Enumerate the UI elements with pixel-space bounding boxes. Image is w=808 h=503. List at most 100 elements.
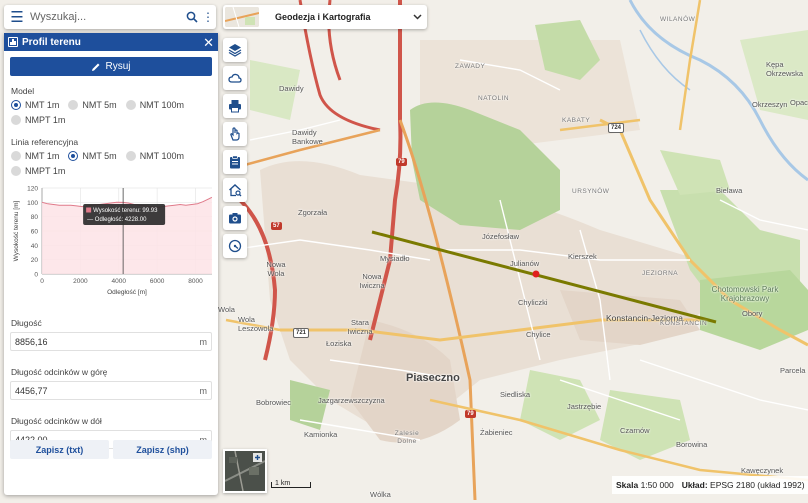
radio-label: NMT 5m <box>82 151 117 161</box>
map-label: Zgorzała <box>298 208 328 217</box>
map-label: Jazgarzewszczyzna <box>318 396 385 405</box>
y-tick-label: 0 <box>34 272 38 279</box>
map-label: Łoziska <box>326 339 352 348</box>
search-input[interactable] <box>30 11 184 23</box>
pencil-icon <box>92 63 100 71</box>
layer-selector[interactable]: Geodezja i Kartografia <box>223 5 427 29</box>
map-label: Wólka <box>370 490 391 499</box>
map-label: Obory <box>742 309 763 318</box>
map-label: Julianów <box>510 259 540 268</box>
crs-readout[interactable]: Układ: EPSG 2180 (układ 1992) <box>682 480 805 490</box>
tooltip-sub: — Odległość: 4228.00 <box>87 217 147 223</box>
radio-unselected <box>11 151 21 161</box>
reference-option[interactable]: NMT 5m <box>68 151 117 161</box>
radio-label: NMT 100m <box>139 100 185 110</box>
length-value: 8856,16 <box>15 336 48 347</box>
model-option[interactable]: NMT 100m <box>125 100 185 110</box>
model-option[interactable]: NMT 1m <box>11 100 59 110</box>
map-label: Żabieniec <box>480 428 513 437</box>
chevron-down-icon[interactable] <box>407 12 427 23</box>
more-vertical-icon[interactable]: ⋮ <box>200 10 216 24</box>
home-button[interactable] <box>223 178 247 202</box>
map-label: Borowina <box>676 440 708 449</box>
map-label: Jastrzębie <box>567 402 602 411</box>
crs-value: EPSG 2180 (układ 1992) <box>710 480 805 490</box>
reference-option[interactable]: NMT 100m <box>125 151 185 161</box>
reference-radio-group: NMT 1m NMT 5m NMT 100m NMPT 1m <box>11 151 218 176</box>
model-option[interactable]: NMPT 1m <box>11 115 65 125</box>
search-bar: ☰ ⋮ <box>4 5 216 29</box>
map-label: Kierszek <box>568 252 597 261</box>
down-length-label: Długość odcinków w dół <box>11 416 102 426</box>
layers-icon <box>228 44 242 57</box>
basemap-switcher-thumbnail[interactable] <box>223 449 267 493</box>
y-tick-label: 100 <box>27 200 38 207</box>
radio-label: NMT 100m <box>139 151 185 161</box>
screenshot-button[interactable] <box>223 206 247 230</box>
model-radio-group: NMT 1m NMT 5m NMT 100m NMPT 1m <box>11 100 218 125</box>
basemap-thumbnail <box>225 7 259 27</box>
y-tick-label: 60 <box>31 229 39 236</box>
map-label: Bobrowiec <box>256 398 292 407</box>
map-label: Parcela <box>780 366 806 375</box>
map-label: Dawidy Bankowe <box>292 128 323 146</box>
map-label: Mysiadło <box>380 254 410 263</box>
bar-chart-icon <box>8 37 18 47</box>
road-shield-724: 724 <box>608 123 625 133</box>
reference-option[interactable]: NMT 1m <box>11 151 59 161</box>
map-label: Kępa Okrzewska <box>766 60 804 78</box>
cloud-button[interactable] <box>223 66 247 90</box>
orthophoto-thumbnail <box>225 451 265 491</box>
x-tick-label: 8000 <box>188 278 203 285</box>
draw-button[interactable]: Rysuj <box>10 57 212 76</box>
map-label: Bielawa <box>716 186 743 195</box>
search-icon[interactable] <box>184 11 200 23</box>
map-label: Wola <box>218 305 235 314</box>
save-shp-button[interactable]: Zapisz (shp) <box>113 440 212 459</box>
map-label: Chyliczki <box>518 298 548 307</box>
y-tick-label: 80 <box>31 214 39 221</box>
chart-svg: 0 20 40 60 80 100 120 0 2000 4000 6000 8000 Wysokość… <box>13 186 213 296</box>
draw-button-label: Rysuj <box>105 61 131 72</box>
reference-option[interactable]: NMPT 1m <box>11 166 65 176</box>
map-label: Okrzeszyn <box>752 100 788 109</box>
camera-icon <box>229 213 241 224</box>
save-buttons: Zapisz (txt) Zapisz (shp) <box>10 440 212 459</box>
map-label: Piaseczno <box>406 372 460 384</box>
map-label: Chylice <box>526 330 551 339</box>
clipboard-button[interactable] <box>223 150 247 174</box>
radio-label: NMT 5m <box>82 100 117 110</box>
status-bar: Skala 1:50 000 Układ: EPSG 2180 (układ 1… <box>612 476 808 494</box>
scale-readout[interactable]: Skala 1:50 000 <box>616 480 674 490</box>
model-option[interactable]: NMT 5m <box>68 100 117 110</box>
save-txt-button[interactable]: Zapisz (txt) <box>10 440 109 459</box>
elevation-profile-chart[interactable]: 0 20 40 60 80 100 120 0 2000 4000 6000 8000 Wysokość… <box>4 182 218 302</box>
map-label: NATOLIN <box>478 95 510 102</box>
tooltip-swatch <box>86 207 92 213</box>
map-label: Kawęczynek <box>741 466 784 475</box>
radio-label: NMPT 1m <box>25 115 66 125</box>
scale-label: Skala <box>616 480 639 490</box>
map-label: Wola Leszowola <box>238 315 274 333</box>
tooltip-title: Wysokość terenu: 99.93 <box>93 208 158 214</box>
map-label: Siedliska <box>500 390 531 399</box>
length-field[interactable]: 8856,16 m <box>10 332 212 351</box>
print-button[interactable] <box>223 94 247 118</box>
road-shield-721: 721 <box>293 328 310 338</box>
pan-button[interactable] <box>223 122 247 146</box>
layers-button[interactable] <box>223 38 247 62</box>
x-tick-label: 0 <box>40 278 44 285</box>
radio-label: NMT 1m <box>25 100 60 110</box>
measure-button[interactable] <box>223 234 247 258</box>
radio-selected <box>68 151 79 161</box>
cloud-icon <box>228 73 242 83</box>
x-tick-label: 4000 <box>112 278 127 285</box>
hamburger-menu-icon[interactable]: ☰ <box>4 8 30 26</box>
y-tick-label: 120 <box>27 186 38 193</box>
panel-header: Profil terenu ✕ <box>4 33 218 51</box>
map-label: URSYNÓW <box>572 188 610 195</box>
up-length-field[interactable]: 4456,77 m <box>10 381 212 400</box>
radio-unselected <box>125 100 136 110</box>
close-icon[interactable]: ✕ <box>203 36 214 49</box>
map-label: Czarnów <box>620 426 650 435</box>
